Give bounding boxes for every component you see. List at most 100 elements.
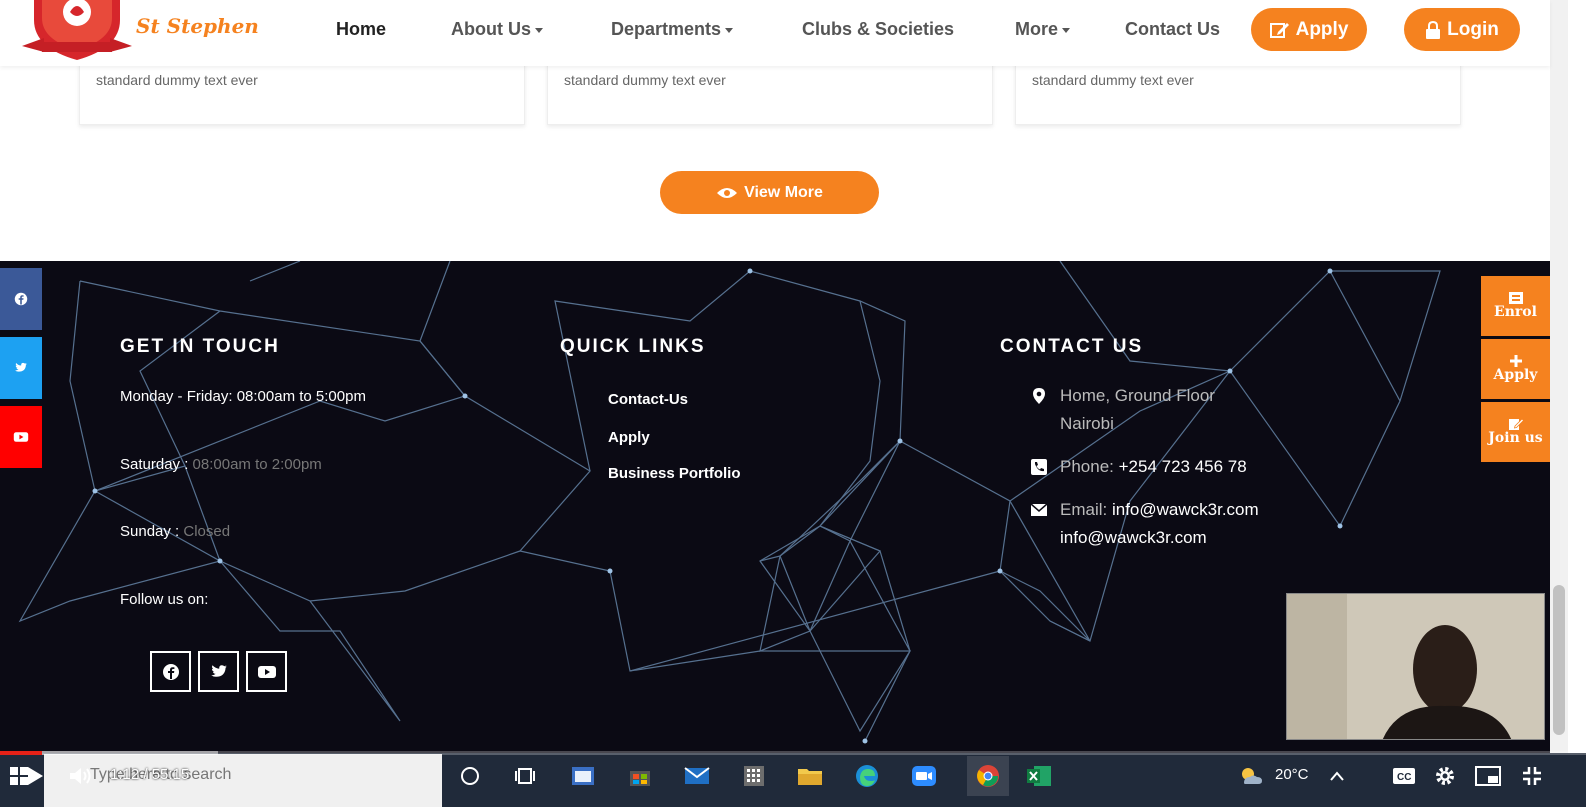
address-line-2: Nairobi bbox=[1060, 414, 1114, 433]
email-label: Email: bbox=[1060, 500, 1112, 519]
nav-home[interactable]: Home bbox=[336, 19, 386, 40]
weather-temperature: 20°C bbox=[1275, 766, 1309, 783]
chevron-down-icon bbox=[1062, 27, 1071, 33]
twitter-icon bbox=[15, 362, 27, 372]
chevron-down-icon bbox=[725, 27, 734, 33]
mail-icon[interactable] bbox=[682, 762, 712, 790]
fullscreen-exit-icon[interactable] bbox=[1517, 762, 1547, 790]
svg-text:CC: CC bbox=[1397, 772, 1411, 783]
edge-browser-icon[interactable] bbox=[852, 762, 882, 790]
webcam-overlay bbox=[1286, 593, 1545, 740]
closed-captions-icon[interactable]: CC bbox=[1389, 762, 1419, 790]
lock-icon bbox=[1426, 20, 1441, 39]
scrollbar-thumb[interactable] bbox=[1553, 585, 1565, 735]
side-join-us-button[interactable]: Join us bbox=[1481, 402, 1550, 462]
id-card-icon bbox=[1508, 292, 1523, 305]
page-scrollbar[interactable] bbox=[1550, 0, 1568, 753]
side-join-us-label: Join us bbox=[1488, 430, 1543, 447]
youtube-icon bbox=[13, 432, 29, 442]
side-apply-button[interactable]: Apply bbox=[1481, 339, 1550, 399]
file-explorer-icon[interactable] bbox=[795, 762, 825, 790]
cortana-icon[interactable] bbox=[455, 762, 485, 790]
saturday-value: 08:00am to 2:00pm bbox=[188, 456, 322, 473]
edit-icon bbox=[1508, 418, 1524, 431]
card-text: standard dummy text ever bbox=[1032, 72, 1194, 88]
volume-icon[interactable] bbox=[66, 762, 96, 790]
contact-us-title: CONTACT US bbox=[1000, 336, 1144, 357]
nav-about-label: About Us bbox=[451, 19, 531, 39]
follow-us-label: Follow us on: bbox=[120, 591, 209, 608]
miniplayer-icon[interactable] bbox=[1473, 762, 1503, 790]
apply-button-label: Apply bbox=[1295, 18, 1349, 40]
login-button-label: Login bbox=[1447, 18, 1499, 40]
phone-value[interactable]: +254 723 456 78 bbox=[1119, 457, 1247, 476]
envelope-icon bbox=[1030, 503, 1048, 516]
side-youtube-button[interactable] bbox=[0, 406, 42, 468]
footer-facebook-link[interactable] bbox=[150, 651, 191, 692]
sunday-hours: Sunday : Closed bbox=[120, 523, 230, 540]
zoom-meetings-icon[interactable] bbox=[909, 762, 939, 790]
chevron-up-icon[interactable] bbox=[1322, 762, 1352, 790]
task-view-icon[interactable] bbox=[510, 762, 540, 790]
email-line: Email: info@wawck3r.com bbox=[1060, 500, 1259, 520]
side-apply-label: Apply bbox=[1493, 367, 1538, 384]
quick-link-contact-us[interactable]: Contact-Us bbox=[608, 391, 688, 408]
navbar: St Stephen Home About Us Departments Clu… bbox=[0, 0, 1550, 66]
nav-home-label: Home bbox=[336, 19, 387, 39]
address-line-1: Home, Ground Floor bbox=[1060, 386, 1215, 405]
facebook-icon bbox=[14, 292, 28, 306]
calculator-icon[interactable] bbox=[739, 762, 769, 790]
quick-link-business-portfolio[interactable]: Business Portfolio bbox=[608, 465, 741, 482]
email-value-2[interactable]: info@wawck3r.com bbox=[1060, 528, 1207, 548]
view-more-label: View More bbox=[744, 183, 823, 201]
sunday-label: Sunday : bbox=[120, 523, 180, 540]
nav-departments[interactable]: Departments bbox=[611, 19, 734, 40]
saturday-hours: Saturday : 08:00am to 2:00pm bbox=[120, 456, 322, 473]
chevron-down-icon bbox=[535, 27, 543, 33]
phone-label: Phone: bbox=[1060, 457, 1119, 476]
edit-icon bbox=[1269, 22, 1289, 38]
email-value[interactable]: info@wawck3r.com bbox=[1112, 500, 1259, 519]
side-enrol-button[interactable]: Enrol bbox=[1481, 276, 1550, 336]
nav-contact-us[interactable]: Contact Us bbox=[1125, 19, 1220, 40]
weekday-hours: Monday - Friday: 08:00am to 5:00pm bbox=[120, 388, 366, 405]
school-crest-logo[interactable] bbox=[22, 0, 132, 62]
nav-clubs-societies[interactable]: Clubs & Societies bbox=[802, 19, 954, 40]
sunday-value: Closed bbox=[179, 523, 231, 540]
side-twitter-button[interactable] bbox=[0, 337, 42, 399]
footer-twitter-link[interactable] bbox=[198, 651, 239, 692]
twitter-icon bbox=[210, 664, 227, 677]
phone-line: Phone: +254 723 456 78 bbox=[1060, 457, 1247, 477]
card-text: standard dummy text ever bbox=[564, 72, 726, 88]
app-window-icon[interactable] bbox=[568, 762, 598, 790]
weather-icon bbox=[1236, 762, 1266, 790]
info-card: standard dummy text ever bbox=[79, 62, 525, 125]
settings-gear-icon[interactable] bbox=[1430, 762, 1460, 790]
info-card: standard dummy text ever bbox=[1015, 62, 1461, 125]
nav-more-label: More bbox=[1015, 19, 1059, 39]
quick-links-title: QUICK LINKS bbox=[560, 336, 706, 357]
video-progress-bar[interactable] bbox=[0, 751, 1586, 755]
excel-icon[interactable] bbox=[1024, 762, 1054, 790]
video-played-bar bbox=[0, 751, 42, 755]
side-facebook-button[interactable] bbox=[0, 268, 42, 330]
store-icon[interactable] bbox=[625, 762, 655, 790]
footer-youtube-link[interactable] bbox=[246, 651, 287, 692]
nav-about-us[interactable]: About Us bbox=[451, 19, 543, 40]
view-more-button[interactable]: View More bbox=[660, 171, 879, 214]
eye-icon bbox=[717, 187, 738, 198]
login-button[interactable]: Login bbox=[1404, 8, 1520, 51]
brand-name[interactable]: St Stephen bbox=[136, 14, 259, 38]
plus-icon bbox=[1509, 355, 1522, 368]
play-icon[interactable] bbox=[20, 762, 50, 790]
youtube-icon bbox=[257, 665, 276, 678]
chrome-browser-icon[interactable] bbox=[967, 756, 1009, 796]
nav-clubs-label: Clubs & Societies bbox=[802, 19, 955, 39]
nav-more[interactable]: More bbox=[1015, 19, 1071, 40]
info-card: standard dummy text ever bbox=[547, 62, 993, 125]
nav-contact-label: Contact Us bbox=[1125, 19, 1221, 39]
apply-button[interactable]: Apply bbox=[1251, 8, 1367, 51]
nav-departments-label: Departments bbox=[611, 19, 722, 39]
quick-link-apply[interactable]: Apply bbox=[608, 429, 650, 446]
phone-square-icon bbox=[1031, 459, 1047, 475]
